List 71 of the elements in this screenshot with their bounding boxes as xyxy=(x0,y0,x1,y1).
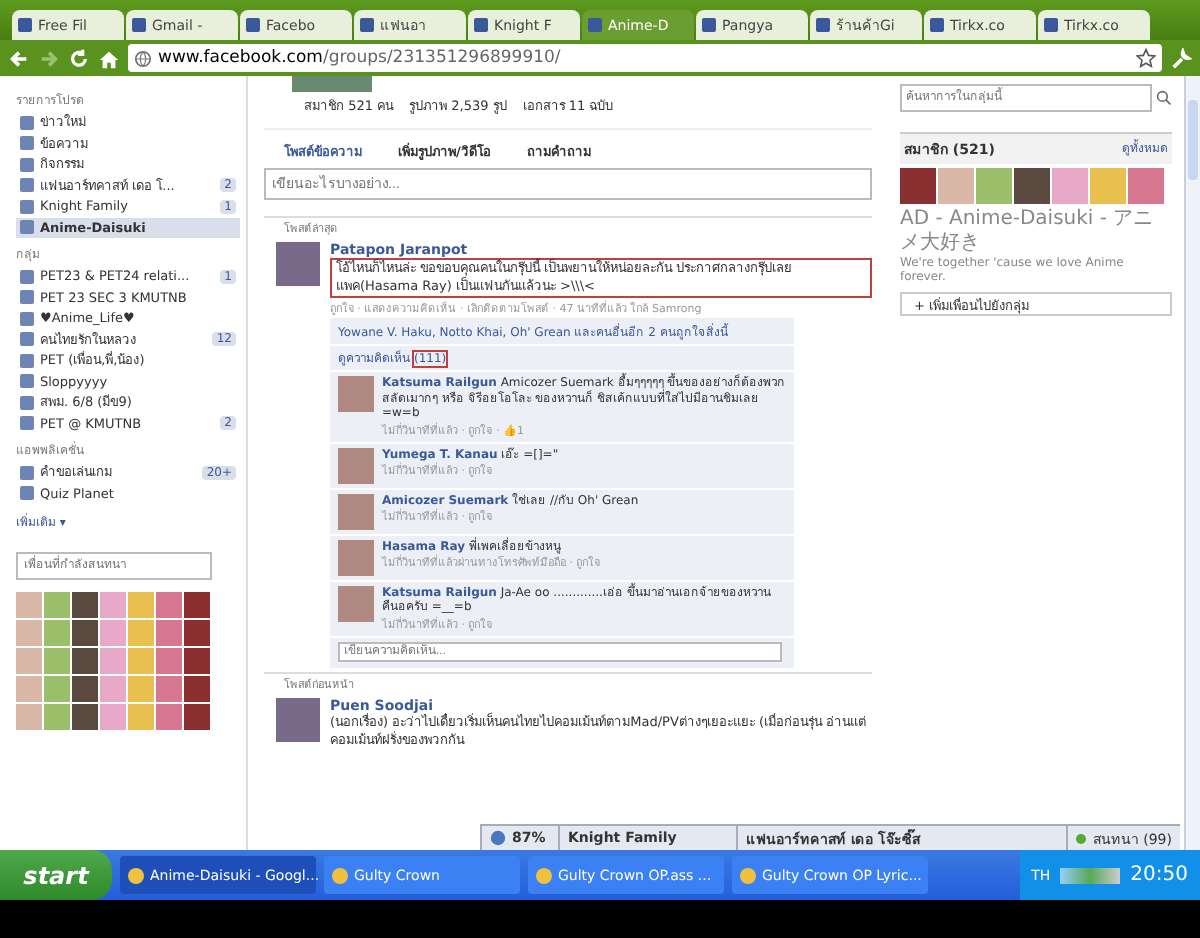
online-icon xyxy=(1076,833,1087,843)
photo-placeholder xyxy=(292,76,372,92)
photo-placeholder[interactable] xyxy=(44,592,70,618)
app-icon xyxy=(128,867,144,883)
avatar-placeholder[interactable] xyxy=(338,539,374,575)
photo-placeholder[interactable] xyxy=(156,676,182,702)
tray-icon[interactable] xyxy=(1060,867,1121,883)
favicon-icon xyxy=(246,18,260,32)
favicon-icon xyxy=(132,18,146,32)
photo-placeholder[interactable] xyxy=(44,620,70,646)
photo-placeholder[interactable] xyxy=(16,592,42,618)
photo-placeholder[interactable] xyxy=(184,592,210,618)
photo-placeholder[interactable] xyxy=(184,676,210,702)
scrollbar[interactable] xyxy=(1184,76,1200,850)
app-icon xyxy=(536,867,552,883)
photo-placeholder[interactable] xyxy=(184,648,210,674)
photo-placeholder[interactable] xyxy=(44,704,70,730)
globe-icon xyxy=(490,830,506,846)
photo-placeholder[interactable] xyxy=(128,592,154,618)
photo-placeholder[interactable] xyxy=(72,620,98,646)
photo-placeholder[interactable] xyxy=(156,648,182,674)
clock: 20:50 xyxy=(1130,864,1188,886)
photo-placeholder[interactable] xyxy=(184,704,210,730)
reload-icon[interactable] xyxy=(68,47,90,69)
photo-placeholder[interactable] xyxy=(16,620,42,646)
wrench-icon[interactable] xyxy=(1170,47,1192,69)
photo-placeholder[interactable] xyxy=(128,704,154,730)
address-bar[interactable]: www.facebook.com/groups/231351296899910/ xyxy=(128,44,1162,72)
home-icon[interactable] xyxy=(98,47,120,69)
photo-placeholder[interactable] xyxy=(100,676,126,702)
back-icon[interactable] xyxy=(8,47,30,69)
favicon-icon xyxy=(18,18,32,32)
photo-placeholder[interactable] xyxy=(100,704,126,730)
photo-placeholder[interactable] xyxy=(72,704,98,730)
photo-placeholder[interactable] xyxy=(72,648,98,674)
favicon-icon xyxy=(816,18,830,32)
avatar-placeholder[interactable] xyxy=(276,697,320,741)
favicon-icon xyxy=(588,18,602,32)
photo-placeholder[interactable] xyxy=(156,704,182,730)
photo-placeholder[interactable] xyxy=(72,592,98,618)
search-icon[interactable] xyxy=(1156,90,1172,106)
favicon-icon xyxy=(1044,18,1058,32)
photo-placeholder[interactable] xyxy=(44,648,70,674)
forward-icon[interactable] xyxy=(38,47,60,69)
photo-placeholder[interactable] xyxy=(156,620,182,646)
photo-placeholder[interactable] xyxy=(72,676,98,702)
avatar-placeholder[interactable] xyxy=(338,447,374,483)
photo-placeholder[interactable] xyxy=(100,592,126,618)
photo-placeholder[interactable] xyxy=(16,704,42,730)
start-button[interactable]: start xyxy=(0,850,112,900)
photo-placeholder[interactable] xyxy=(128,648,154,674)
photo-placeholder[interactable] xyxy=(128,620,154,646)
photo-placeholder[interactable] xyxy=(16,648,42,674)
favicon-icon xyxy=(474,18,488,32)
avatar-placeholder[interactable] xyxy=(338,493,374,529)
group-description-title: AD - Anime-Daisuki - アニメ大好き xyxy=(900,208,1156,256)
favicon-icon xyxy=(930,18,944,32)
photo-placeholder[interactable] xyxy=(128,676,154,702)
photo-placeholder[interactable] xyxy=(100,648,126,674)
photo-placeholder[interactable] xyxy=(156,592,182,618)
photo-placeholder[interactable] xyxy=(100,620,126,646)
star-icon[interactable] xyxy=(1136,48,1156,68)
app-icon xyxy=(740,867,756,883)
photo-placeholder[interactable] xyxy=(16,676,42,702)
favicon-icon xyxy=(702,18,716,32)
avatar-placeholder[interactable] xyxy=(338,585,374,621)
favicon-icon xyxy=(360,18,374,32)
globe-icon xyxy=(134,49,152,67)
photo-placeholder[interactable] xyxy=(184,620,210,646)
app-icon xyxy=(332,867,348,883)
photo-placeholder[interactable] xyxy=(44,676,70,702)
